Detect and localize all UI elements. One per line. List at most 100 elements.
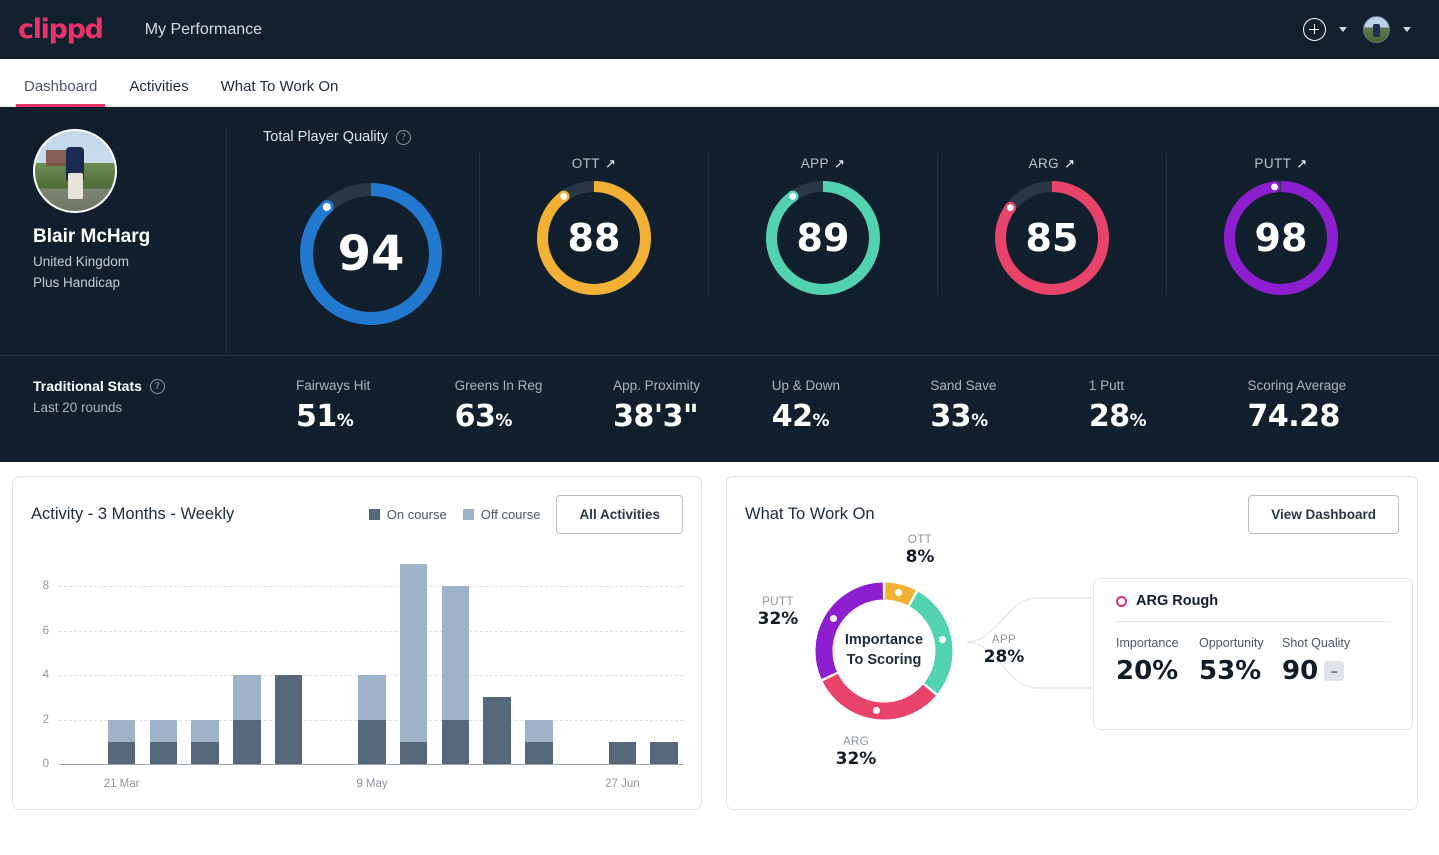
question-mark-icon-quality[interactable]: ? — [395, 129, 411, 145]
bar-segment-on-course — [399, 741, 428, 764]
trend-up-icon: ↗ — [604, 155, 617, 171]
bar-segment-off-course — [233, 675, 261, 720]
gauge-label-putt: PUTT ↗ — [1254, 153, 1307, 173]
donut-label-arg-key: ARG — [842, 736, 870, 748]
stat-sand-save: Sand Save 33% — [930, 378, 1089, 434]
activity-card: Activity - 3 Months - Weekly On course O… — [12, 476, 702, 810]
stat-unit: % — [1129, 411, 1147, 431]
tab-activities[interactable]: Activities — [113, 78, 204, 106]
legend-item-off-course: Off course — [462, 507, 541, 522]
stat-value: 63% — [454, 399, 513, 434]
detail-card-arg-rough: ARG Rough Importance 20% Opportunity 53%… — [1093, 578, 1413, 730]
bottom-cards: Activity - 3 Months - Weekly On course O… — [0, 462, 1439, 810]
view-dashboard-button[interactable]: View Dashboard — [1248, 495, 1399, 534]
stat-value: 74.28 — [1247, 399, 1340, 434]
main-tabs: Dashboard Activities What To Work On — [0, 59, 1439, 107]
bar-column[interactable] — [608, 741, 637, 764]
donut-label-app: APP 28% — [969, 634, 1039, 667]
bar-segment-on-course — [358, 719, 386, 764]
bar-segment-on-course — [191, 741, 219, 764]
bar-column[interactable] — [650, 741, 678, 764]
bar-column[interactable] — [441, 586, 470, 764]
donut-marker-arg[interactable] — [870, 705, 882, 717]
player-name: Blair McHarg — [33, 226, 151, 247]
chevron-down-icon-add[interactable] — [1339, 27, 1347, 32]
donut-label-arg: ARG 32% — [821, 736, 891, 769]
donut-label-putt-value: 32% — [757, 609, 799, 629]
x-axis-tick: 27 Jun — [605, 778, 640, 790]
bar-segment-off-course — [107, 719, 136, 742]
y-axis-tick: 0 — [42, 758, 49, 770]
stat-value: 51% — [296, 399, 354, 434]
detail-card-metrics: Importance 20% Opportunity 53% Shot Qual… — [1116, 636, 1390, 686]
bar-column[interactable] — [274, 675, 303, 764]
donut-label-putt-key: PUTT — [762, 596, 794, 608]
gauge-ring-app: 89 — [766, 181, 880, 295]
stat-app-proximity: App. Proximity 38'3" — [613, 378, 772, 434]
wtwo-body: Importance To Scoring OTT 8% APP 28% ARG… — [743, 534, 1413, 798]
donut-label-arg-value: 32% — [835, 749, 877, 769]
tab-dashboard[interactable]: Dashboard — [8, 78, 113, 107]
donut-center-label: Importance To Scoring — [809, 576, 959, 726]
question-mark-icon-traditional[interactable]: ? — [149, 378, 165, 394]
bar-segment-on-course — [274, 675, 303, 764]
stat-name: App. Proximity — [613, 378, 701, 393]
gauge-arg: ARG ↗ 85 — [937, 153, 1166, 295]
legend-label-on-course: On course — [386, 507, 447, 522]
bar-column[interactable] — [399, 564, 428, 764]
bar-column[interactable] — [233, 675, 261, 764]
donut-label-app-key: APP — [991, 634, 1017, 646]
stat-name: Greens In Reg — [454, 378, 543, 393]
trend-up-icon: ↗ — [833, 155, 846, 171]
y-axis-tick: 4 — [42, 669, 49, 682]
circle-outline-icon — [1116, 595, 1127, 607]
total-player-quality-panel: Total Player Quality ? 94 OTT ↗ 88 APP ↗ 89 ARG… — [226, 129, 1439, 355]
stat-name: Scoring Average — [1247, 378, 1347, 393]
all-activities-button[interactable]: All Activities — [556, 495, 683, 534]
gauge-value-putt: 98 — [1254, 216, 1308, 260]
bar-segment-on-course — [525, 741, 553, 764]
bar-column[interactable] — [358, 675, 386, 764]
user-avatar[interactable] — [1363, 16, 1390, 43]
stat-up-down: Up & Down 42% — [772, 378, 931, 434]
bar-segment-on-course — [483, 697, 511, 764]
trend-up-icon: ↗ — [1296, 155, 1308, 171]
x-axis-line — [59, 764, 683, 765]
bar-column[interactable] — [107, 719, 136, 764]
stat-name: Up & Down — [771, 378, 841, 393]
bar-segment-on-course — [608, 741, 637, 764]
stat-value: 38'3" — [613, 399, 699, 434]
bar-segment-off-course — [358, 675, 386, 720]
legend-swatch-off-course — [462, 509, 474, 520]
player-avatar — [33, 129, 117, 213]
stat-name: Sand Save — [930, 378, 997, 393]
bar-segment-on-course — [650, 741, 678, 764]
metric-opportunity-label: Opportunity — [1199, 636, 1264, 650]
bar-segment-off-course — [191, 719, 219, 742]
gauge-label-text: APP — [800, 155, 829, 171]
legend-label-off-course: Off course — [480, 507, 541, 522]
traditional-stats-label: Traditional Stats ? Last 20 rounds — [33, 378, 296, 415]
gauge-ott: OTT ↗ 88 — [479, 153, 708, 295]
stat-unit: % — [971, 411, 988, 431]
donut-label-ott-value: 8% — [905, 547, 935, 567]
trend-up-icon: ↗ — [1064, 155, 1076, 171]
chevron-down-icon-user[interactable] — [1403, 27, 1411, 32]
metric-shot-quality-label: Shot Quality — [1282, 636, 1351, 650]
activity-legend: On course Off course — [368, 507, 541, 522]
bar-segment-on-course — [233, 719, 261, 764]
stat-scoring-average: Scoring Average 74.28 — [1247, 378, 1406, 434]
hero-top-row: Blair McHarg United Kingdom Plus Handica… — [0, 107, 1439, 355]
plus-circle-icon[interactable] — [1303, 18, 1326, 41]
donut-label-putt: PUTT 32% — [743, 596, 813, 629]
gauge-value-arg: 85 — [1025, 216, 1079, 260]
bar-column[interactable] — [483, 697, 511, 764]
donut-label-ott-key: OTT — [907, 534, 933, 546]
clippd-logo[interactable]: clippd — [18, 16, 104, 43]
x-axis-tick: 21 Mar — [103, 778, 140, 790]
bar-column[interactable] — [525, 719, 553, 764]
gauge-ring-total: 94 — [300, 183, 442, 325]
bar-column[interactable] — [149, 719, 178, 764]
bar-column[interactable] — [191, 719, 219, 764]
tab-what-to-work-on[interactable]: What To Work On — [205, 78, 355, 106]
